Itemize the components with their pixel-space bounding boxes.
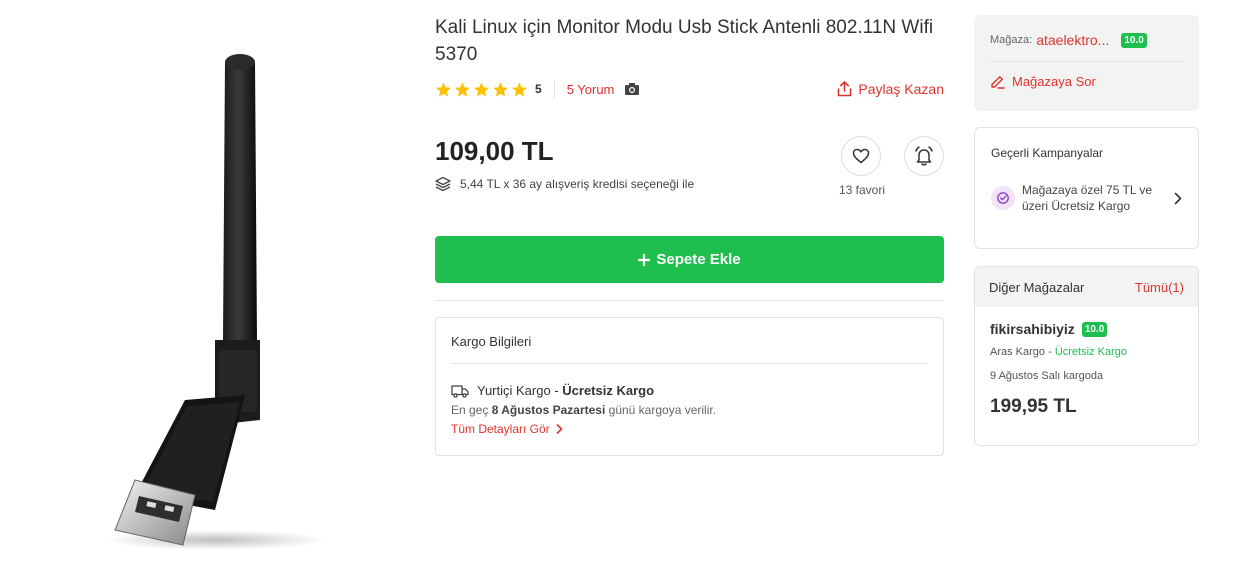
rating-value: 5 [535, 82, 542, 96]
share-icon [838, 81, 852, 97]
share-label: Paylaş Kazan [858, 81, 944, 97]
other-stores-title: Diğer Mağazalar [989, 279, 1085, 295]
add-to-cart-button[interactable]: Sepete Ekle [435, 236, 944, 283]
divider [990, 61, 1183, 62]
store-row: Mağaza: ataelektro... 10.0 [990, 32, 1183, 48]
bell-icon [915, 146, 933, 166]
seller-cargo-company: Aras Kargo [990, 346, 1046, 358]
divider [435, 300, 944, 301]
divider [553, 80, 555, 98]
seller-panel: Mağaza: ataelektro... 10.0 Mağazaya Sor … [974, 15, 1199, 446]
other-stores-box: Diğer Mağazalar Tümü(1) fikirsahibiyiz 1… [974, 266, 1199, 446]
reviews-link[interactable]: 5 Yorum [567, 82, 615, 97]
cargo-info-box: Kargo Bilgileri Yurtiçi Kargo - Ücretsiz… [435, 317, 944, 456]
seller-cargo: Aras Kargo - Ücretsiz Kargo [990, 346, 1183, 358]
truck-icon [451, 384, 469, 398]
favorite-count: 13 favori [838, 183, 886, 197]
cargo-details-label: Tüm Detayları Gör [451, 422, 550, 436]
product-title: Kali Linux için Monitor Modu Usb Stick A… [435, 17, 934, 65]
ask-store-button[interactable]: Mağazaya Sor [990, 74, 1183, 89]
seller-score-badge: 10.0 [1081, 321, 1108, 337]
store-label: Mağaza: [990, 34, 1033, 46]
credit-text: 5,44 TL x 36 ay alışveriş kredisi seçene… [460, 177, 695, 191]
ask-store-label: Mağazaya Sor [1012, 74, 1096, 89]
campaign-item[interactable]: Mağazaya özel 75 TL ve üzeri Ücretsiz Ka… [991, 182, 1182, 214]
cargo-title: Kargo Bilgileri [451, 334, 532, 349]
pencil-icon [991, 76, 1005, 89]
product-image[interactable] [95, 40, 335, 560]
product-info: Kali Linux için Monitor Modu Usb Stick A… [435, 14, 944, 456]
price-block: 109,00 TL 5,44 TL x 36 ay alışveriş kred… [435, 136, 944, 216]
divider [451, 363, 928, 364]
seller-row: fikirsahibiyiz 10.0 [990, 321, 1183, 337]
other-store-item[interactable]: fikirsahibiyiz 10.0 Aras Kargo - Ücretsi… [975, 307, 1198, 418]
cargo-note-date: 8 Ağustos Pazartesi [491, 403, 606, 417]
store-box: Mağaza: ataelektro... 10.0 Mağazaya Sor [974, 15, 1199, 111]
star-icon [474, 81, 489, 97]
free-cargo-label: Ücretsiz Kargo [562, 383, 655, 398]
cargo-company: Yurtiçi Kargo [477, 383, 551, 398]
heart-icon [852, 148, 870, 164]
rating-row: 5 5 Yorum Paylaş Kazan [435, 79, 944, 99]
campaigns-title: Geçerli Kampanyalar [991, 146, 1104, 160]
cargo-note-suffix: günü kargoya verilir. [605, 403, 717, 417]
add-to-cart-label: Sepete Ekle [656, 251, 741, 268]
campaign-text: Mağazaya özel 75 TL ve üzeri Ücretsiz Ka… [1022, 183, 1153, 213]
seller-name[interactable]: fikirsahibiyiz [990, 321, 1075, 337]
other-stores-all-link[interactable]: Tümü(1) [1135, 280, 1184, 295]
layers-icon [435, 176, 451, 192]
rating-stars[interactable] [435, 81, 528, 98]
cargo-note: En geç 8 Ağustos Pazartesi günü kargoya … [451, 403, 928, 417]
cargo-dash: - [550, 383, 563, 398]
star-icon [512, 81, 527, 97]
plus-icon [638, 253, 651, 266]
chevron-right-icon [556, 424, 563, 434]
other-stores-header: Diğer Mağazalar Tümü(1) [975, 267, 1198, 307]
seller-cargo-sep: - [1045, 346, 1055, 358]
cargo-note-prefix: En geç [451, 403, 492, 417]
cargo-option: Yurtiçi Kargo - Ücretsiz Kargo [451, 383, 928, 398]
seller-free-cargo: Ücretsiz Kargo [1054, 346, 1127, 358]
store-name-link[interactable]: ataelektro... [1036, 32, 1109, 48]
campaigns-box: Geçerli Kampanyalar Mağazaya özel 75 TL … [974, 127, 1199, 249]
campaign-icon [991, 186, 1015, 210]
store-score-badge: 10.0 [1121, 32, 1147, 48]
favorite-button[interactable] [841, 136, 881, 176]
share-button[interactable]: Paylaş Kazan [837, 81, 944, 97]
chevron-right-icon [1174, 192, 1182, 204]
seller-price: 199,95 TL [990, 396, 1077, 417]
cargo-option-text: Yurtiçi Kargo - Ücretsiz Kargo [477, 383, 654, 398]
seller-delivery-date: 9 Ağustos Salı kargoda [990, 370, 1104, 382]
star-icon [436, 81, 451, 97]
star-icon [455, 81, 470, 97]
price-alarm-button[interactable] [904, 136, 944, 176]
star-icon [493, 81, 508, 97]
camera-icon[interactable] [624, 82, 640, 96]
cargo-details-link[interactable]: Tüm Detayları Gör [451, 422, 928, 436]
